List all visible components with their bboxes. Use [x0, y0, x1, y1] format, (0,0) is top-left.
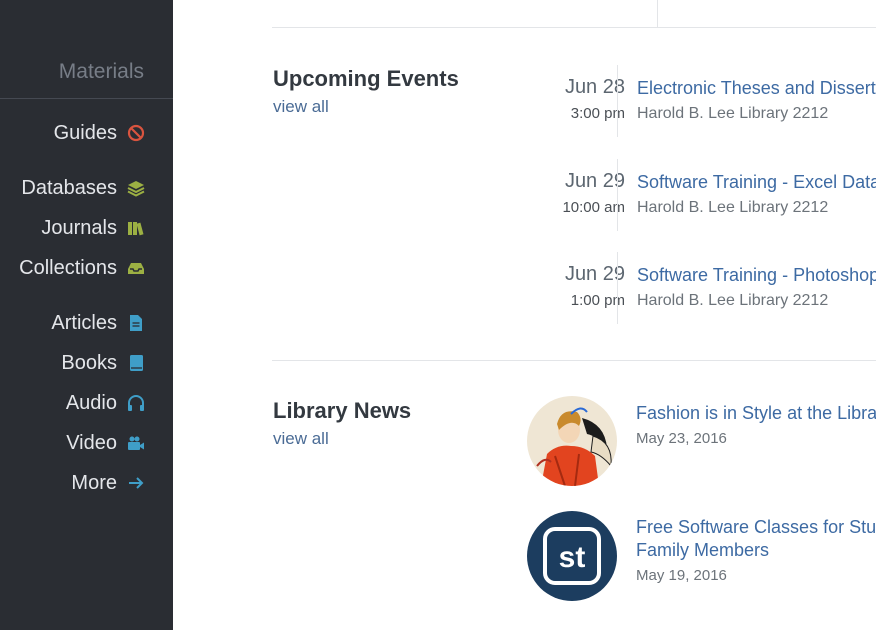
news-thumbnail-software[interactable]: st — [527, 511, 617, 601]
event-title-link[interactable]: Software Training - Excel Data — [637, 172, 876, 193]
event-date: Jun 29 — [564, 263, 625, 285]
section-divider — [272, 360, 876, 361]
sidebar-item-databases[interactable]: Databases — [21, 174, 145, 202]
event-item[interactable]: Jun 29 1:00 pm Software Training - Photo… — [503, 252, 876, 324]
news-title-link[interactable]: Free Software Classes for Stude Family M… — [636, 516, 876, 562]
main-content: Upcoming Events view all Jun 28 3:00 pm … — [173, 0, 876, 630]
news-date: May 19, 2016 — [636, 567, 727, 584]
sidebar-item-label: Articles — [51, 311, 117, 334]
video-camera-icon — [127, 434, 145, 452]
event-location: Harold B. Lee Library 2212 — [637, 105, 829, 122]
sidebar-item-label: Collections — [19, 256, 117, 279]
no-entry-icon — [127, 124, 145, 142]
event-separator — [617, 65, 618, 137]
sidebar-item-label: Journals — [41, 216, 117, 239]
event-item[interactable]: Jun 29 10:00 am Software Training - Exce… — [503, 159, 876, 231]
top-divider — [272, 27, 876, 28]
news-heading: Library News — [273, 398, 412, 423]
document-icon — [127, 314, 145, 332]
sidebar-heading-label: Materials — [58, 60, 144, 83]
sidebar-item-journals[interactable]: Journals — [41, 214, 145, 242]
sidebar-item-more[interactable]: More — [71, 469, 145, 497]
event-separator — [617, 159, 618, 231]
sidebar-item-label: More — [71, 471, 117, 494]
books-icon — [127, 219, 145, 237]
top-divider-vertical — [657, 0, 658, 27]
sidebar-item-collections[interactable]: Collections — [19, 254, 145, 282]
sidebar-item-guides[interactable]: Guides — [54, 119, 145, 147]
st-logo-text: st — [559, 541, 586, 574]
event-separator — [617, 252, 618, 324]
headphones-icon — [127, 394, 145, 412]
event-item[interactable]: Jun 28 3:00 pm Electronic Theses and Dis… — [503, 65, 876, 137]
news-date: May 23, 2016 — [636, 430, 727, 447]
sidebar-item-label: Video — [66, 431, 117, 454]
sidebar-item-books[interactable]: Books — [61, 349, 145, 377]
news-view-all-link[interactable]: view all — [273, 429, 329, 449]
sidebar-item-label: Databases — [21, 176, 117, 199]
event-time: 10:00 am — [562, 199, 625, 216]
news-title-line: Free Software Classes for Stude — [636, 517, 876, 537]
events-heading: Upcoming Events — [273, 66, 459, 91]
event-date: Jun 29 — [564, 170, 625, 192]
layers-icon — [127, 179, 145, 197]
event-date: Jun 28 — [564, 76, 625, 98]
news-title-line: Family Members — [636, 540, 770, 560]
sidebar-item-audio[interactable]: Audio — [66, 389, 145, 417]
sidebar-heading: Materials — [0, 56, 173, 99]
news-title-link[interactable]: Fashion is in Style at the Librar — [636, 402, 876, 425]
book-icon — [127, 354, 145, 372]
event-title-link[interactable]: Electronic Theses and Disserta — [637, 78, 876, 99]
sidebar-item-video[interactable]: Video — [66, 429, 145, 457]
news-title-line: Fashion is in Style at the Librar — [636, 403, 876, 423]
news-thumbnail-fashion[interactable] — [527, 396, 617, 486]
arrow-right-icon — [127, 474, 145, 492]
event-location: Harold B. Lee Library 2212 — [637, 199, 829, 216]
sidebar: Materials Guides Databases Journals Coll… — [0, 0, 173, 630]
sidebar-item-label: Audio — [65, 391, 117, 414]
sidebar-item-label: Guides — [53, 121, 117, 144]
sidebar-item-label: Books — [61, 351, 117, 374]
sidebar-item-articles[interactable]: Articles — [51, 309, 145, 337]
event-title-link[interactable]: Software Training - Photoshop — [637, 265, 876, 286]
event-location: Harold B. Lee Library 2212 — [637, 292, 829, 309]
events-view-all-link[interactable]: view all — [273, 97, 329, 117]
inbox-icon — [127, 259, 145, 277]
